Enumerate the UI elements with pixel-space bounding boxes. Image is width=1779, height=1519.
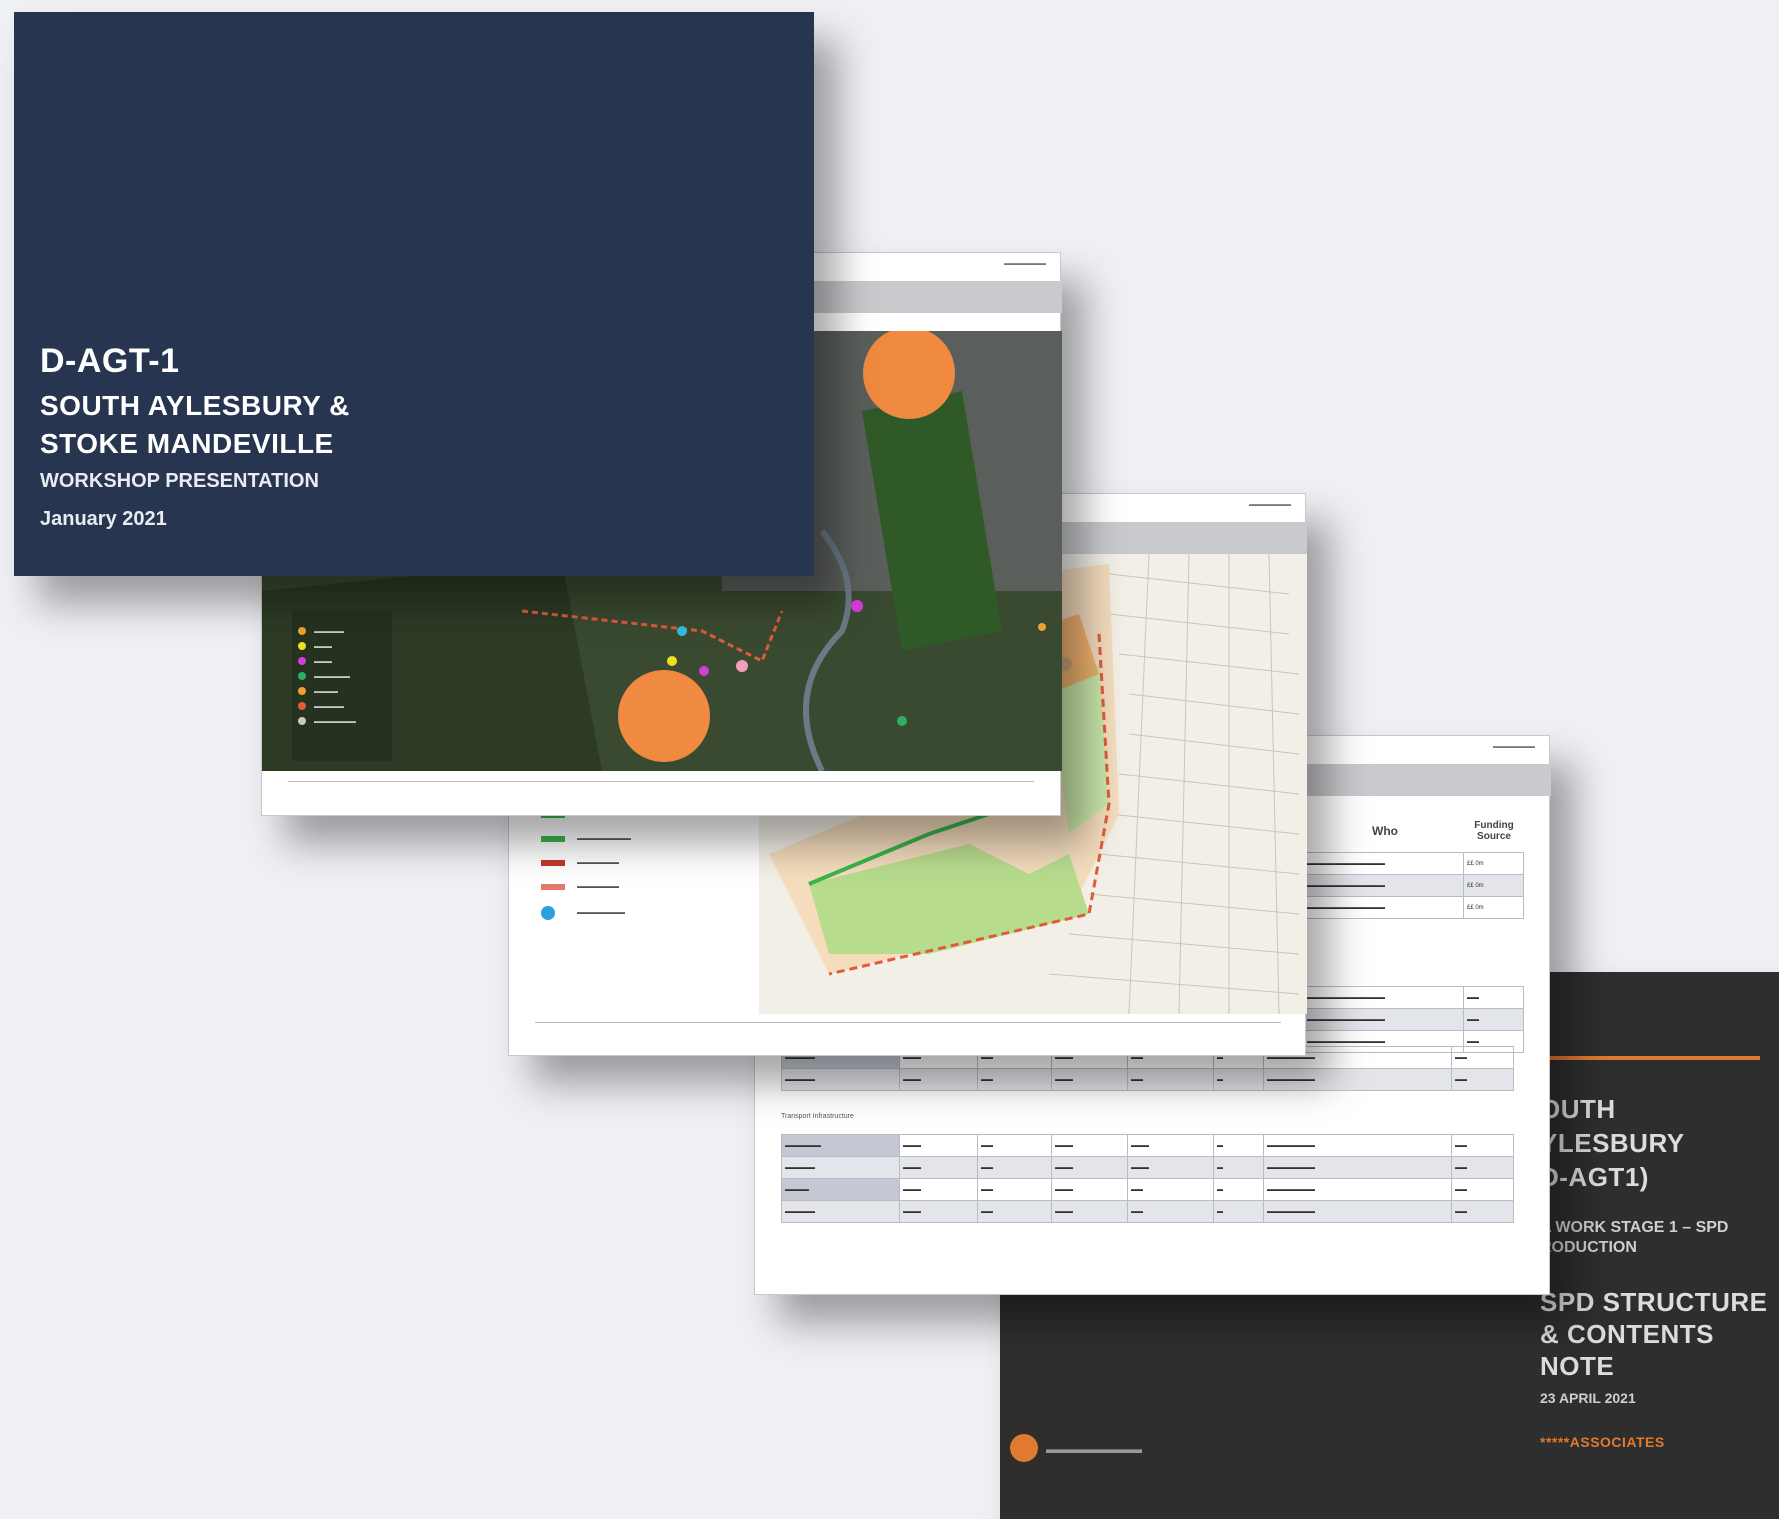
slide-header-text: ▬▬▬▬▬▬▬ (1249, 502, 1291, 508)
slide-header-text: ▬▬▬▬▬▬▬ (1493, 744, 1535, 750)
table-row: ▬▬▬▬▬▬▬▬▬▬▬▬▬ ▬▬ (1303, 986, 1524, 1009)
table-transport: ▬▬▬▬▬▬ ▬▬▬ ▬▬ ▬▬▬ ▬▬▬ ▬ ▬▬▬▬▬▬▬▬ ▬▬ ▬▬▬▬▬ ▬▬▬ ▬▬ ▬… (781, 1134, 1514, 1223)
svg-text:▬▬▬▬▬: ▬▬▬▬▬ (314, 629, 344, 635)
table-row: ▬▬▬▬▬ ▬▬▬ ▬▬ ▬▬▬ ▬▬▬ ▬ ▬▬▬▬▬▬▬▬ ▬▬ (781, 1156, 1514, 1179)
svg-text:▬▬▬: ▬▬▬ (314, 644, 332, 650)
col-header-funding: Funding Source (1474, 820, 1514, 842)
slide-header-text: ▬▬▬▬▬▬▬ (1004, 261, 1046, 267)
title-code: D-AGT-1 (40, 342, 180, 380)
document-collage: ▬▬▬▬▬▬▬▬ OUTH YLESBURY D-AGT1) A WORK ST… (0, 0, 1779, 1519)
table-row: ▬▬▬▬ ▬▬▬ ▬▬ ▬▬▬ ▬▬ ▬ ▬▬▬▬▬▬▬▬ ▬▬ (781, 1178, 1514, 1201)
spd-brand: *****ASSOCIATES (1540, 1434, 1665, 1450)
table-row: ▬▬▬▬▬ ▬▬▬ ▬▬ ▬▬▬ ▬▬ ▬ ▬▬▬▬▬▬▬▬ ▬▬ (781, 1068, 1514, 1091)
spd-site-line: YLESBURY (1540, 1128, 1685, 1158)
marker-magenta (851, 600, 863, 612)
legend-item: ▬▬▬▬▬▬▬ (541, 884, 619, 890)
table-row: ▬▬▬▬▬▬▬▬▬▬▬▬▬ ££ 0m (1303, 896, 1524, 919)
svg-text:▬▬▬▬▬▬: ▬▬▬▬▬▬ (314, 674, 350, 680)
table-top: ▬▬▬▬▬▬▬▬▬▬▬▬▬ ££ 0m ▬▬▬▬▬▬▬▬▬▬▬▬▬ ££ 0m ▬▬… (1303, 852, 1524, 919)
table-row: ▬▬▬▬▬▬▬▬▬▬▬▬▬ ££ 0m (1303, 852, 1524, 875)
spd-date: 23 APRIL 2021 (1540, 1390, 1636, 1406)
table-row: ▬▬▬▬▬▬ ▬▬▬ ▬▬ ▬▬▬ ▬▬▬ ▬ ▬▬▬▬▬▬▬▬ ▬▬ (781, 1134, 1514, 1157)
spd-note-line: SPD STRUCTURE (1540, 1287, 1768, 1317)
catchment-circle (863, 331, 955, 419)
marker-cyan (677, 626, 687, 636)
spd-note-title: SPD STRUCTURE & CONTENTS NOTE (1540, 1286, 1768, 1382)
slide-footer-rule (288, 781, 1034, 782)
orange-rule (1540, 1056, 1760, 1060)
spd-stage: A WORK STAGE 1 – SPD RODUCTION (1540, 1218, 1728, 1258)
svg-text:▬▬▬: ▬▬▬ (314, 659, 332, 665)
spd-stage-line: A WORK STAGE 1 – SPD (1540, 1219, 1729, 1236)
marker-magenta (699, 666, 709, 676)
logo-text: ▬▬▬▬▬▬▬▬ (1046, 1442, 1142, 1456)
spd-site-line: OUTH (1540, 1094, 1616, 1124)
title-subtitle: WORKSHOP PRESENTATION (40, 470, 319, 492)
table-section-label: Transport Infrastructure (781, 1113, 854, 1120)
title-line-2: STOKE MANDEVILLE (40, 428, 334, 459)
slide-title: D-AGT-1 SOUTH AYLESBURY & STOKE MANDEVIL… (14, 12, 814, 576)
table-row: ▬▬▬▬▬▬▬▬▬▬▬▬▬ ▬▬ (1303, 1008, 1524, 1031)
marker-yellow (667, 656, 677, 666)
spd-note-line: NOTE (1540, 1351, 1615, 1381)
table-row: ▬▬▬▬▬ ▬▬▬ ▬▬ ▬▬▬ ▬▬ ▬ ▬▬▬▬▬▬▬▬ ▬▬ (781, 1200, 1514, 1223)
spd-site-title: OUTH YLESBURY D-AGT1) (1540, 1092, 1685, 1194)
table-row: ▬▬▬▬▬▬▬▬▬▬▬▬▬ ££ 0m (1303, 874, 1524, 897)
slide-footer-rule (535, 1022, 1281, 1023)
marker-pink (736, 660, 748, 672)
col-header-who: Who (1372, 824, 1398, 838)
catchment-circle (618, 670, 710, 762)
svg-text:▬▬▬▬: ▬▬▬▬ (314, 689, 338, 695)
legend-item: ▬▬▬▬▬▬▬▬ (541, 906, 625, 920)
spd-site-line: D-AGT1) (1540, 1162, 1649, 1192)
svg-text:▬▬▬▬▬▬▬: ▬▬▬▬▬▬▬ (314, 719, 356, 725)
title-line-1: SOUTH AYLESBURY & (40, 390, 350, 421)
spd-note-line: & CONTENTS (1540, 1319, 1714, 1349)
legend-item: ▬▬▬▬▬▬▬ (541, 860, 619, 866)
company-logo-icon (1010, 1434, 1038, 1462)
legend: ▬▬▬▬▬▬▬▬▬▬▬ ▬▬▬▬▬▬▬▬▬▬▬▬▬▬▬ ▬▬▬▬▬▬▬ (292, 611, 392, 761)
spd-stage-line: RODUCTION (1540, 1239, 1637, 1256)
marker-orange (1038, 623, 1046, 631)
svg-text:▬▬▬▬▬: ▬▬▬▬▬ (314, 704, 344, 710)
title-date: January 2021 (40, 508, 167, 530)
marker-green (897, 716, 907, 726)
table-middle: ▬▬▬▬▬▬▬▬▬▬▬▬▬ ▬▬ ▬▬▬▬▬▬▬▬▬▬▬▬▬ ▬▬ ▬▬▬▬▬▬▬▬… (1303, 986, 1524, 1053)
legend-item: ▬▬▬▬▬▬▬▬▬ (541, 836, 631, 842)
